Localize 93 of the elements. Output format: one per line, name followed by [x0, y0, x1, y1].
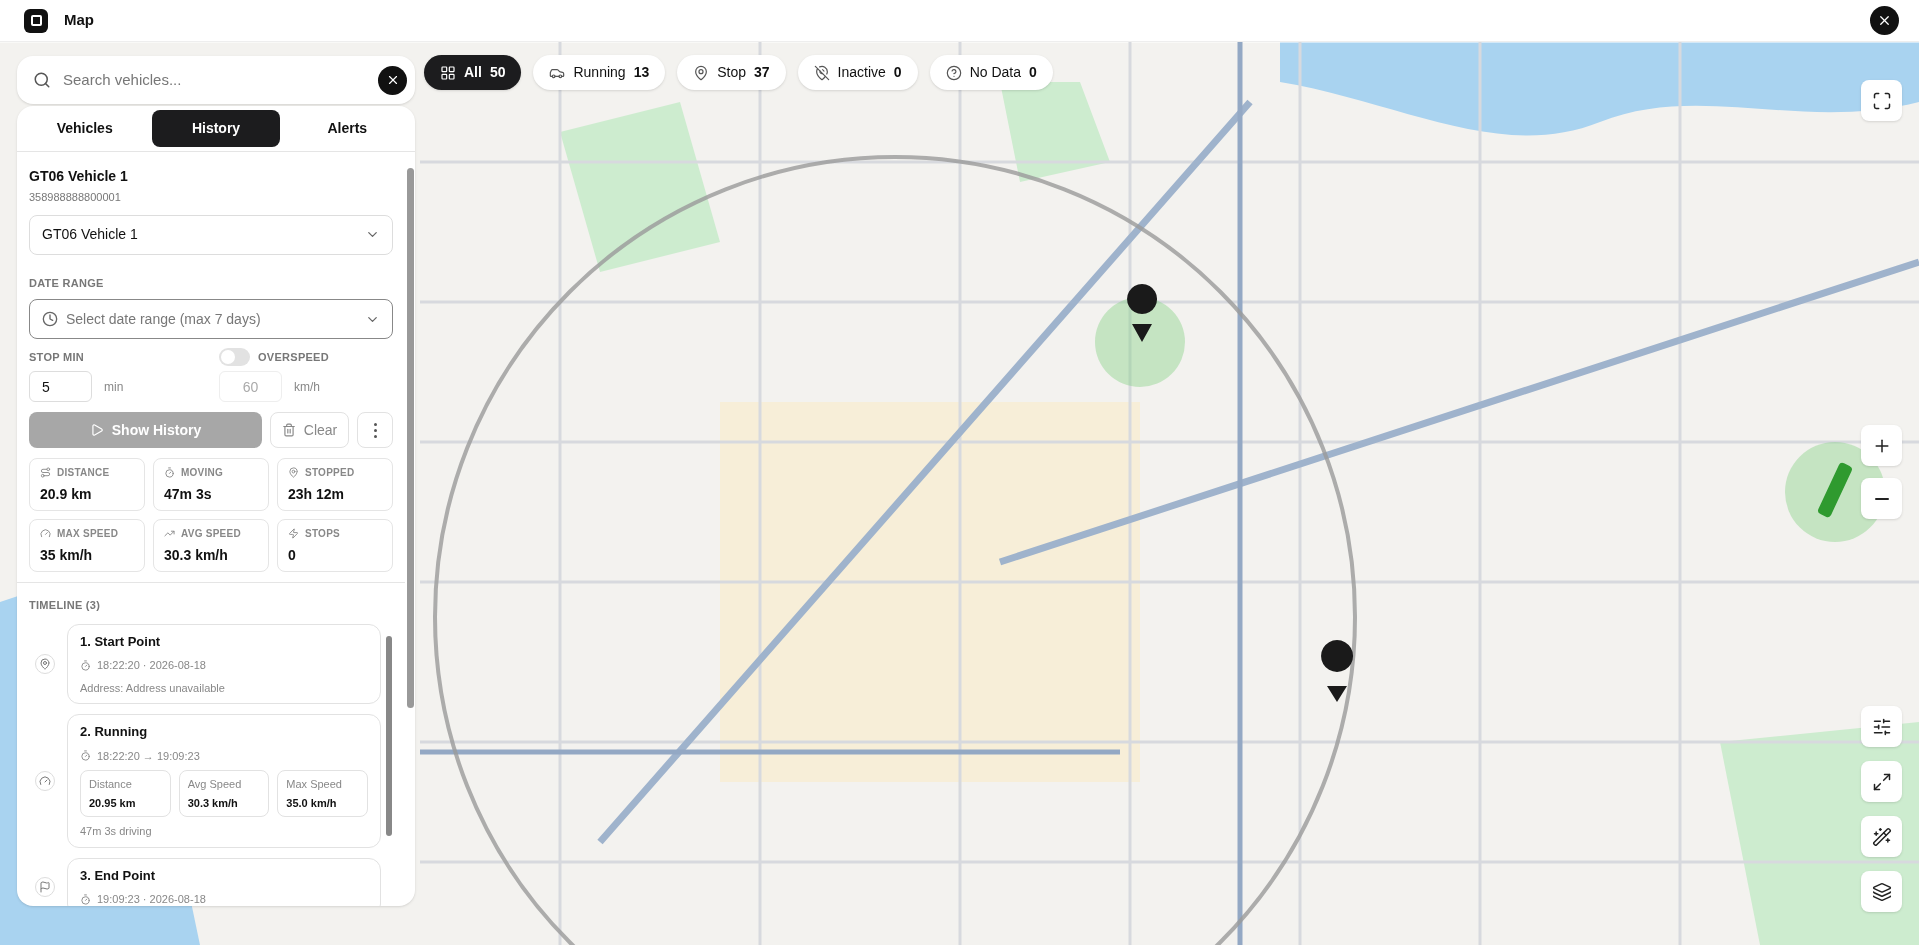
stat-label: AVG SPEED — [181, 527, 241, 541]
trend-icon — [164, 528, 175, 539]
pin-off-icon — [813, 64, 830, 81]
settings-icon — [1871, 716, 1892, 737]
bolt-icon — [288, 528, 299, 539]
timeline-address: Address: Address unavailable — [80, 680, 226, 696]
filter-label: Inactive — [837, 63, 886, 82]
filter-chip[interactable]: Running 13 — [533, 55, 666, 90]
metric-value: 20.95 km — [89, 795, 137, 811]
magic-wand-button[interactable] — [1861, 816, 1902, 857]
magic-wand-icon — [1871, 826, 1892, 847]
layers-icon — [1871, 881, 1892, 902]
timer-icon — [80, 659, 91, 671]
filter-chip[interactable]: All 50 — [424, 55, 522, 90]
page-title: Map — [64, 10, 94, 31]
clear-button[interactable]: Clear — [270, 412, 349, 448]
date-range-field[interactable]: Select date range (max 7 days) — [29, 299, 393, 339]
pin-icon — [288, 467, 299, 478]
stat-label: MOVING — [181, 466, 224, 480]
metric-label: Distance — [89, 777, 133, 792]
stat-value: 20.9 km — [40, 485, 93, 504]
unit-label: min — [104, 378, 124, 396]
metric-value: 35.0 km/h — [286, 795, 338, 811]
fullscreen-icon — [1871, 90, 1892, 111]
close-icon — [1877, 13, 1892, 28]
timeline-footer: 47m 3s driving — [80, 823, 368, 840]
search-bar[interactable]: Search vehicles... — [17, 56, 415, 104]
tab[interactable]: History — [152, 110, 280, 147]
pin-icon — [693, 64, 710, 81]
section-label: STOP MIN — [29, 349, 85, 365]
timer-icon — [80, 893, 91, 905]
help-icon — [945, 64, 962, 81]
stat-value: 23h 12m — [288, 485, 346, 504]
layers-button[interactable] — [1861, 871, 1902, 912]
section-label: TIMELINE (3) — [29, 598, 102, 613]
filter-count: 0 — [893, 63, 902, 82]
expand-button[interactable] — [1861, 761, 1902, 802]
metric-label: Max Speed — [286, 777, 343, 792]
trash-icon — [281, 423, 296, 437]
stat-value: 0 — [288, 546, 297, 565]
gauge-icon — [40, 528, 51, 539]
stat-label: STOPS — [305, 527, 340, 541]
timeline-time: 18:22:20 · 2026-08-18 — [97, 658, 206, 673]
timer-icon — [80, 750, 91, 762]
filter-count: 0 — [1029, 63, 1037, 82]
filter-label: No Data — [969, 63, 1021, 82]
stat-label: DISTANCE — [57, 466, 110, 480]
filter-label: Running — [573, 63, 626, 82]
filter-label: All — [464, 63, 482, 82]
filter-label: Stop — [717, 63, 746, 82]
zoom-out-icon — [1874, 497, 1889, 500]
filter-count: 50 — [489, 63, 506, 82]
timeline-title: 1. Start Point — [80, 632, 162, 651]
filter-count: 37 — [754, 63, 770, 82]
stop-min-field[interactable]: 5 — [29, 371, 92, 402]
section-label: DATE RANGE — [29, 275, 105, 291]
filter-chip[interactable]: Stop 37 — [677, 55, 786, 90]
settings-button[interactable] — [1861, 706, 1902, 747]
stat-value: 30.3 km/h — [164, 546, 229, 565]
timeline-title: 3. End Point — [80, 866, 157, 885]
tab[interactable]: Alerts — [283, 110, 411, 147]
metric-label: Avg Speed — [187, 777, 243, 792]
zoom-in-button[interactable] — [1861, 425, 1902, 466]
stat-value: 35 km/h — [40, 546, 94, 565]
unit-label: km/h — [294, 378, 320, 396]
timeline-title: 2. Running — [80, 723, 149, 741]
search-icon — [33, 71, 51, 89]
filter-chip[interactable]: No Data 0 — [929, 55, 1053, 90]
search-field[interactable]: Search vehicles... — [63, 68, 366, 92]
stat-value: 47m 3s — [164, 485, 213, 504]
section-label: OVERSPEED — [258, 349, 329, 365]
expand-icon — [1871, 771, 1892, 792]
stat-label: MAX SPEED — [57, 527, 119, 541]
more-icon — [373, 422, 377, 438]
grid-icon — [440, 64, 456, 81]
timer-icon — [164, 467, 175, 478]
route-icon — [40, 467, 51, 478]
vehicle-select[interactable]: GT06 Vehicle 1 — [29, 214, 393, 255]
clock-icon — [42, 311, 58, 327]
timeline-time: 18:22:20 → 19:09:23 — [97, 748, 200, 764]
vehicle-name: GT06 Vehicle 1 — [29, 167, 129, 186]
stat-label: STOPPED — [305, 466, 355, 480]
fullscreen-button[interactable] — [1861, 80, 1902, 121]
close-button[interactable] — [1870, 6, 1899, 35]
clear-search-button[interactable] — [378, 65, 407, 95]
filter-chip[interactable]: Inactive 0 — [797, 55, 918, 90]
timeline-time: 19:09:23 · 2026-08-18 — [97, 892, 206, 906]
app-logo-icon — [24, 8, 48, 33]
tab[interactable]: Vehicles — [21, 110, 149, 147]
filter-count: 13 — [633, 63, 650, 82]
metric-value: 30.3 km/h — [187, 795, 239, 811]
vehicle-imei: 358988888800001 — [29, 190, 122, 205]
play-icon — [89, 423, 104, 437]
